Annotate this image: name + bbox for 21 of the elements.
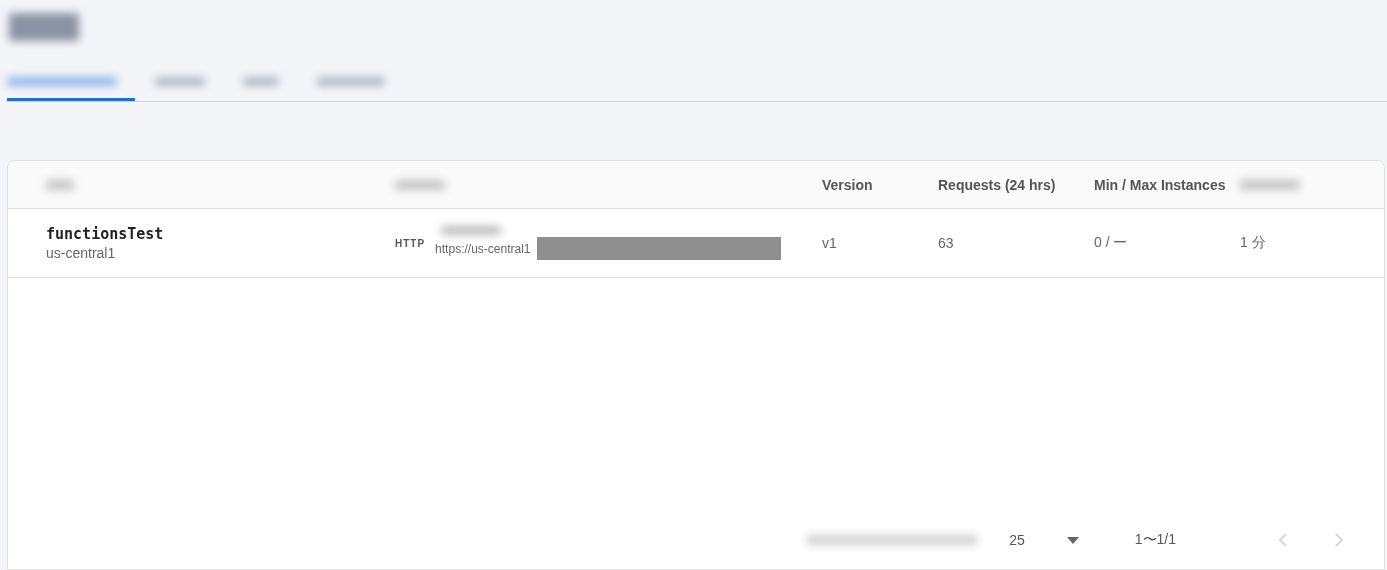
page-size-select[interactable]: 25: [1009, 532, 1079, 548]
dropdown-caret-icon: [1066, 536, 1079, 544]
chevron-left-icon: [1278, 532, 1288, 548]
version-cell-text: v1: [822, 235, 838, 251]
blurred-title: [9, 13, 79, 41]
chevron-right-icon: [1334, 532, 1344, 548]
column-header[interactable]: Version: [822, 176, 938, 193]
region-text: us-central1: [46, 245, 117, 261]
trigger-type: HTTP: [395, 237, 426, 249]
instances-cell-text: 0 / ー: [1094, 234, 1129, 252]
trigger-url[interactable]: https://us-central1: [435, 241, 531, 256]
requests-cell-text: 63: [938, 235, 955, 251]
function-name[interactable]: functionsTest: [46, 225, 395, 243]
blurred-trigger-name: [441, 226, 502, 235]
timeout-cell-text: 1 分: [1240, 234, 1267, 252]
blurred-column-header: [46, 179, 74, 190]
blurred-column-header: [395, 179, 445, 190]
page-range: 1〜1/1: [1134, 531, 1176, 549]
column-header[interactable]: Min / Max Instances: [1094, 176, 1240, 193]
column-header[interactable]: Requests (24 hrs): [938, 176, 1094, 193]
blurred-column-header: [1240, 179, 1300, 190]
